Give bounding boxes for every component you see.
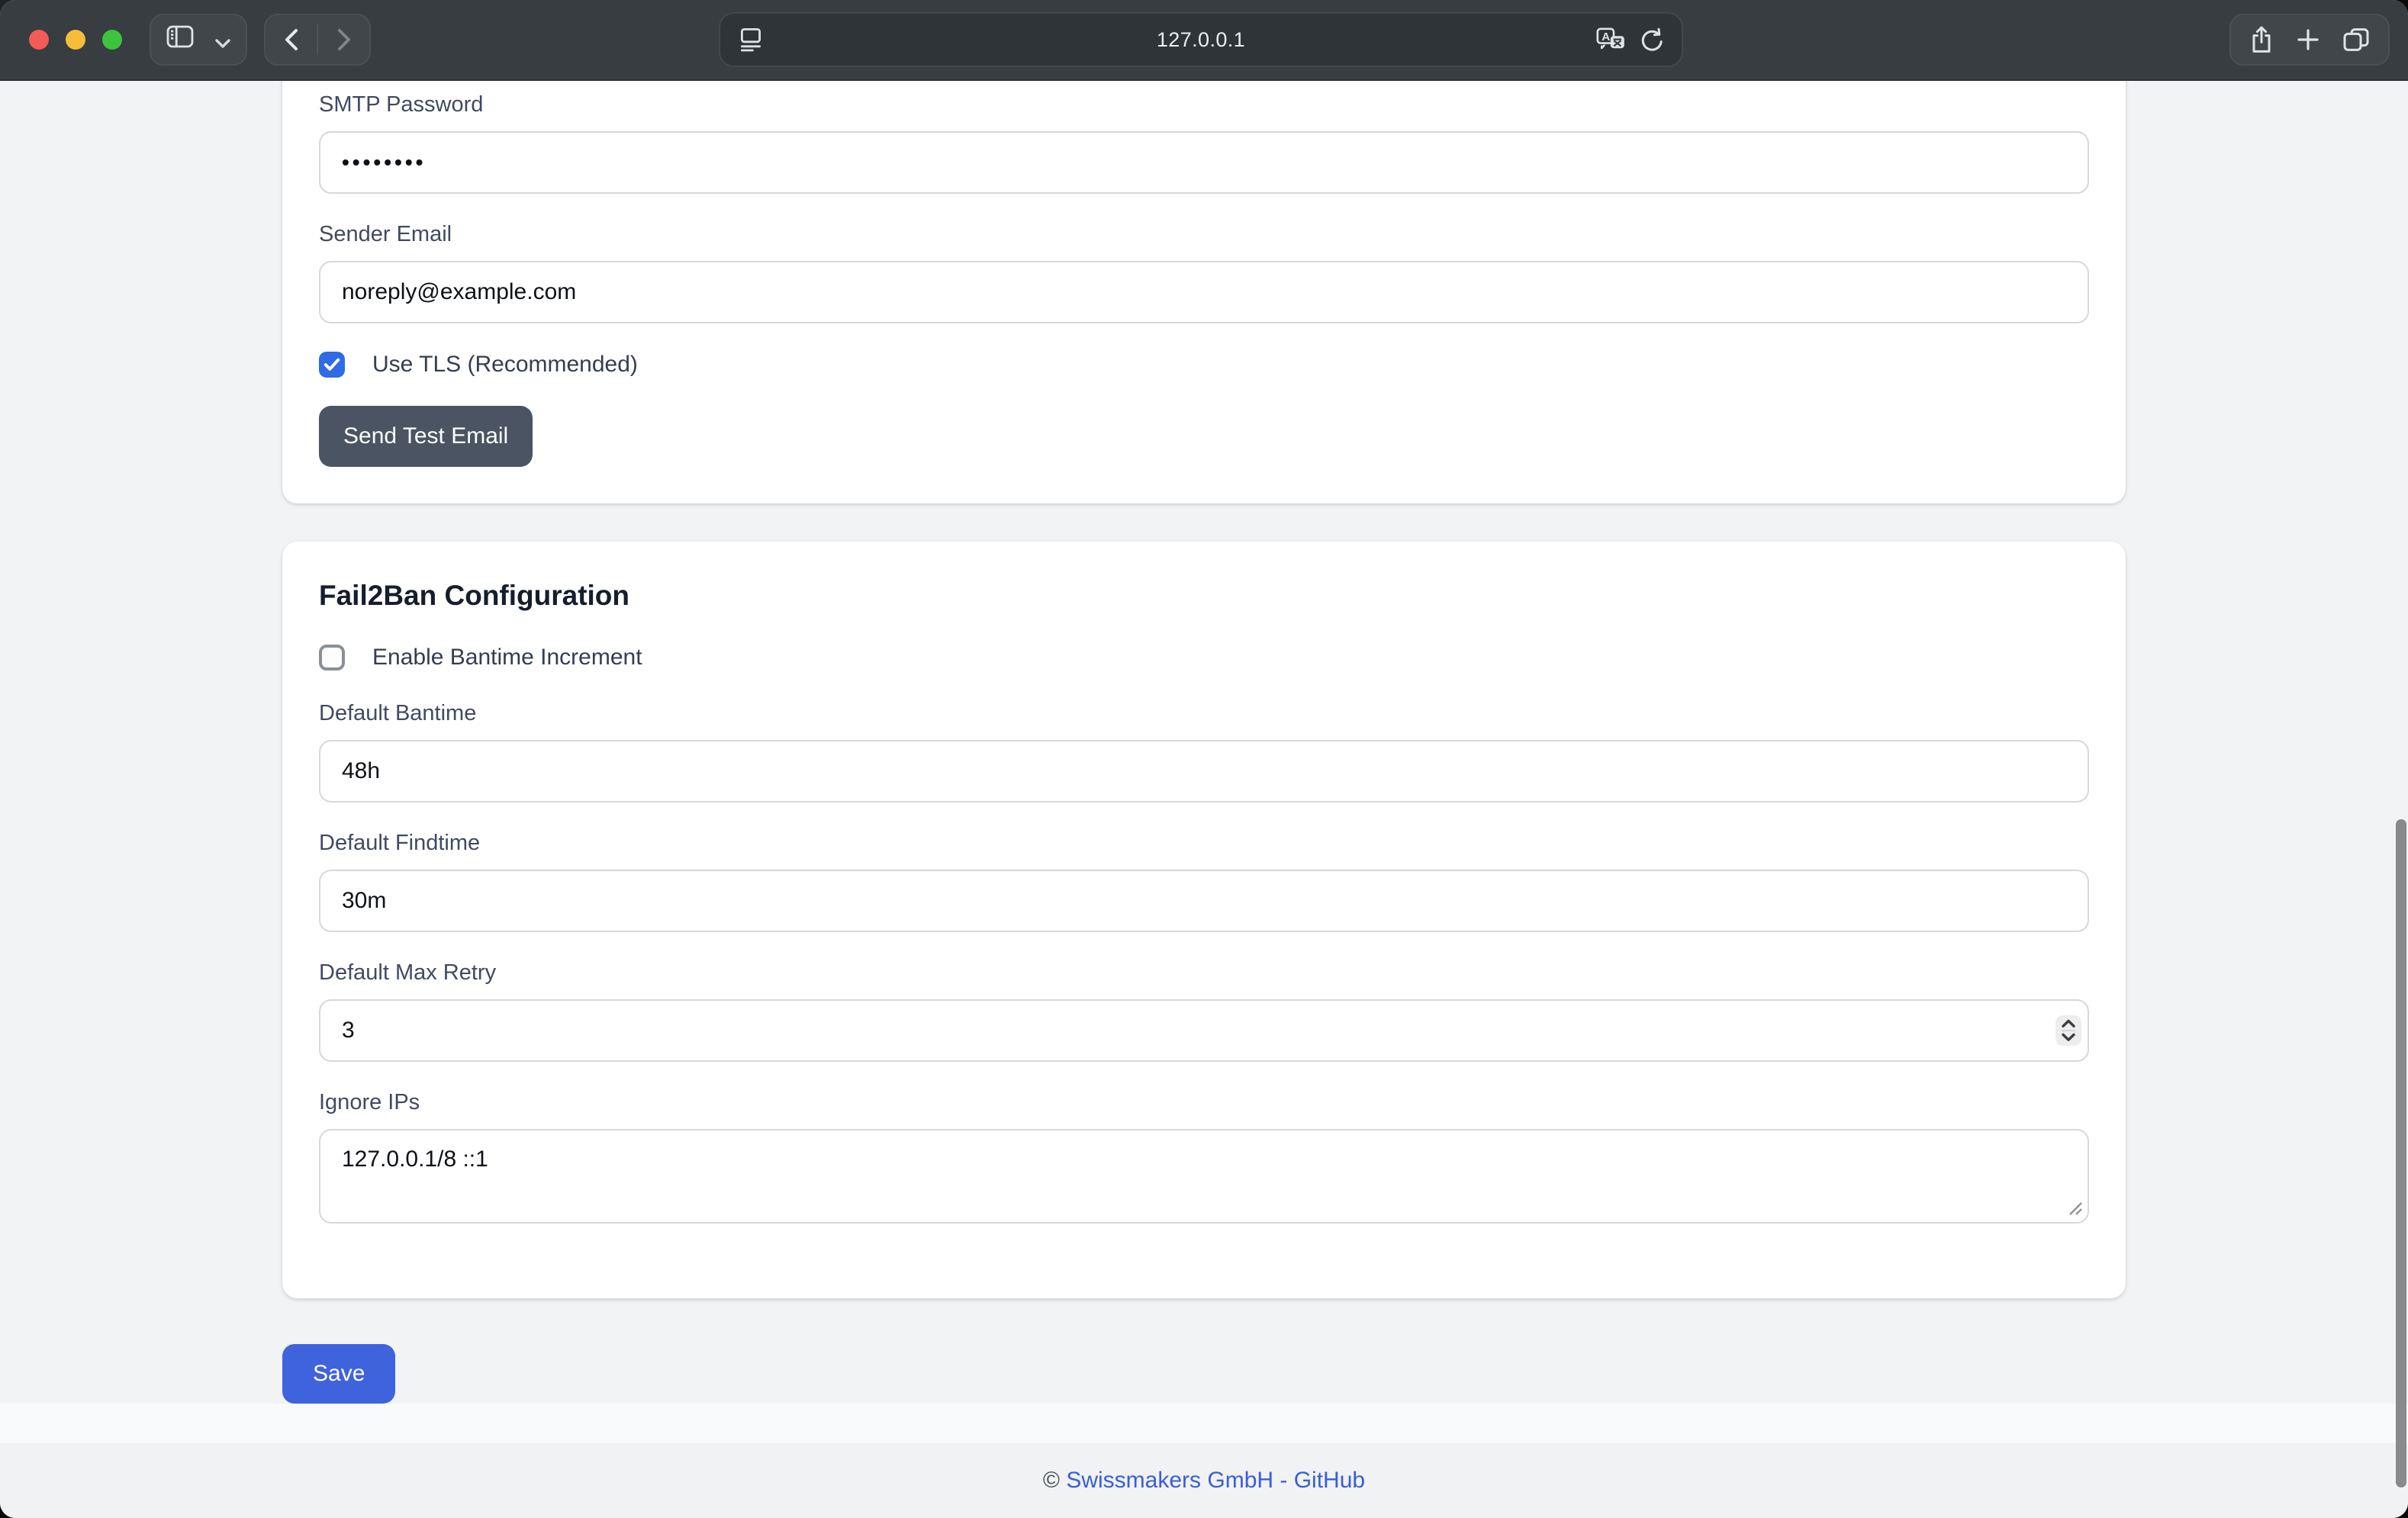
share-button[interactable] — [2249, 25, 2274, 54]
default-findtime-input[interactable] — [319, 870, 2089, 932]
default-max-retry-label: Default Max Retry — [319, 960, 2089, 986]
fail2ban-card: Fail2Ban Configuration Enable Bantime In… — [282, 542, 2126, 1298]
enable-bantime-increment-checkbox[interactable] — [319, 645, 345, 671]
stepper-up-icon — [2062, 1019, 2075, 1028]
sidebar-icon — [166, 25, 194, 54]
forward-icon — [336, 28, 352, 51]
new-tab-button[interactable] — [2297, 28, 2319, 51]
toolbar-actions — [2229, 14, 2390, 66]
forward-button[interactable] — [318, 15, 369, 64]
browser-toolbar: 127.0.0.1 A — [0, 0, 2408, 81]
default-bantime-label: Default Bantime — [319, 700, 2089, 726]
smtp-settings-card: SMTP Password Sender Email — [282, 81, 2126, 503]
default-max-retry-input[interactable] — [319, 999, 2089, 1062]
address-bar[interactable]: 127.0.0.1 A — [719, 12, 1683, 67]
resize-handle-icon[interactable] — [2068, 1201, 2083, 1216]
sender-email-input[interactable] — [319, 261, 2089, 323]
page-settings-icon — [740, 27, 761, 52]
company-link[interactable]: Swissmakers GmbH — [1066, 1468, 1273, 1494]
page-viewport: SMTP Password Sender Email — [0, 81, 2408, 1443]
save-button[interactable]: Save — [282, 1344, 395, 1404]
ignore-ips-textarea[interactable]: 127.0.0.1/8 ::1 — [319, 1129, 2089, 1224]
page-footer: © Swissmakers GmbH - GitHub — [0, 1443, 2408, 1518]
page-settings-button[interactable] — [740, 27, 761, 52]
tabs-overview-button[interactable] — [2342, 27, 2370, 52]
reload-button[interactable] — [1639, 27, 1665, 53]
chevron-down-icon — [215, 26, 230, 54]
back-button[interactable] — [266, 15, 317, 64]
svg-text:A: A — [1602, 31, 1610, 43]
share-icon — [2249, 25, 2274, 54]
back-icon — [284, 28, 299, 51]
tabs-icon — [2342, 27, 2370, 52]
reload-icon — [1639, 27, 1665, 53]
default-bantime-input[interactable] — [319, 740, 2089, 802]
github-link[interactable]: GitHub — [1294, 1468, 1365, 1494]
default-findtime-label: Default Findtime — [319, 830, 2089, 856]
use-tls-label: Use TLS (Recommended) — [372, 351, 638, 378]
sender-email-label: Sender Email — [319, 221, 2089, 247]
translate-icon: A — [1596, 27, 1625, 52]
stepper-down-icon — [2062, 1033, 2075, 1042]
ignore-ips-label: Ignore IPs — [319, 1089, 2089, 1115]
nav-buttons — [264, 14, 371, 66]
url-text: 127.0.0.1 — [720, 28, 1682, 52]
safari-window: 127.0.0.1 A — [0, 0, 2408, 1518]
copyright-text: © — [1043, 1468, 1066, 1494]
number-stepper[interactable] — [2055, 1015, 2081, 1046]
checkmark-icon — [324, 358, 340, 371]
smtp-password-label: SMTP Password — [319, 92, 2089, 117]
traffic-lights — [29, 30, 122, 50]
minimize-window-button[interactable] — [66, 30, 85, 50]
send-test-email-button[interactable]: Send Test Email — [319, 406, 533, 467]
new-tab-icon — [2297, 28, 2319, 51]
close-window-button[interactable] — [29, 30, 49, 50]
fullscreen-window-button[interactable] — [102, 30, 122, 50]
footer-separator: - — [1273, 1468, 1294, 1494]
use-tls-checkbox[interactable] — [319, 352, 345, 378]
scrollbar-thumb[interactable] — [2396, 819, 2406, 1487]
stepper-divider — [2062, 1030, 2075, 1031]
page-main: SMTP Password Sender Email — [0, 81, 2408, 1404]
translate-button[interactable]: A — [1596, 27, 1625, 52]
sidebar-toggle-button[interactable] — [150, 14, 247, 66]
smtp-password-input[interactable] — [319, 131, 2089, 194]
screen: 127.0.0.1 A — [0, 0, 2408, 1518]
fail2ban-title: Fail2Ban Configuration — [319, 578, 2089, 613]
enable-bantime-increment-label: Enable Bantime Increment — [372, 644, 642, 671]
